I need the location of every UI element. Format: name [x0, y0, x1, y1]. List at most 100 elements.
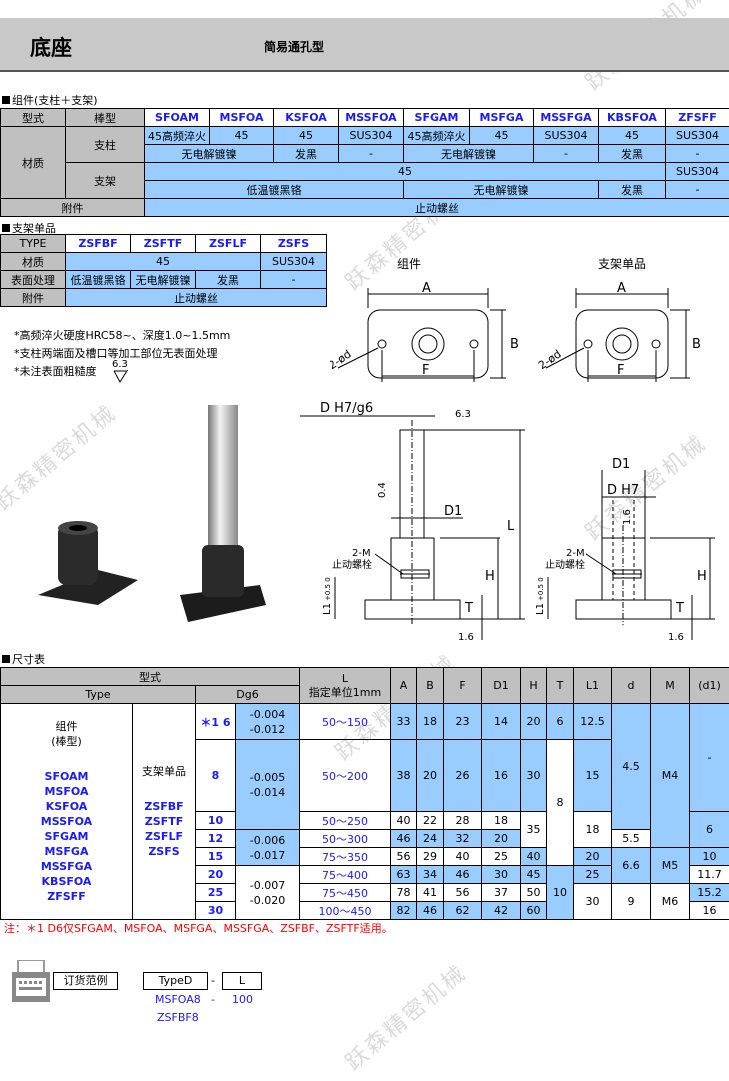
- order-example-L: 100: [232, 993, 253, 1006]
- cell-H: 35: [520, 811, 547, 848]
- cell-B: 41: [416, 883, 444, 902]
- side-view-drawings: D H7/g6 6.3 D1 L H T 0.4 L1 +0.5 0 2-M 止…: [300, 401, 715, 643]
- header-L: L 指定单位1mm: [299, 667, 391, 704]
- L-range: 50～150: [299, 703, 391, 740]
- dim-B: B: [510, 337, 519, 352]
- cell: -: [338, 144, 404, 163]
- tolerance: -0.005 -0.014: [235, 739, 300, 830]
- tol-lower: -0.017: [249, 848, 286, 862]
- header-col: d: [611, 667, 651, 704]
- d-value: 8: [195, 739, 236, 812]
- bracket-types-cell: 支架单品 ZSFBF ZSFTF ZSFLF ZSFS: [132, 703, 196, 920]
- label-material: 材质: [0, 252, 66, 271]
- bracket-label: 支架单品: [142, 765, 186, 778]
- type-code: ZSFLF: [145, 830, 183, 843]
- type-code: SFGAM: [403, 108, 470, 127]
- tol-upper: -0.004: [249, 707, 286, 721]
- cell: 45高频淬火: [403, 126, 470, 145]
- top-view-drawings: A F B 2-ød A F B 2-ød: [330, 281, 701, 382]
- header-col: M: [650, 667, 690, 704]
- header-col: F: [443, 667, 482, 704]
- cell: 止动螺丝: [65, 288, 327, 307]
- dim-T: T: [675, 601, 684, 616]
- type-code: MSSFOA: [40, 815, 93, 828]
- dim-A: A: [617, 281, 626, 296]
- cell-F: 28: [443, 811, 482, 830]
- cell-B: 20: [416, 739, 444, 812]
- assembly-types-cell: 组件 (棒型) SFOAM MSFOA KSFOA MSSFOA SFGAM MSFGA MS…: [0, 703, 133, 920]
- note: *高频淬火硬度HRC58~、深度1.0~1.5mm: [14, 329, 231, 342]
- roughness-16: 1.6: [458, 632, 474, 643]
- assembly-table: 型式 棒型 SFOAM MSFOA KSFOA MSSFOA SFGAM MSFGA MSSF…: [0, 108, 729, 217]
- cell-D1: 37: [481, 883, 521, 902]
- dim-H: H: [485, 569, 495, 584]
- roughness-16: 1.6: [668, 632, 684, 643]
- roughness-63: 6.3: [455, 409, 471, 420]
- tolerance: -0.004 -0.012: [235, 703, 300, 740]
- tol-upper: -0.007: [249, 878, 286, 892]
- type-code: MSSFGA: [40, 860, 93, 873]
- cell-D1: 14: [481, 703, 521, 740]
- cell-d1: 10: [689, 847, 729, 866]
- assembly-sub: (棒型): [51, 735, 82, 748]
- footnote: 注：＊1 D6仅SFGAM、MSFOA、MSFGA、MSSFGA、ZSFBF、Z…: [4, 922, 393, 935]
- cell: 45: [144, 162, 666, 181]
- dim-A: A: [422, 281, 431, 296]
- type-code: ZSFTF: [130, 234, 196, 253]
- type-code: MSFOA: [209, 108, 274, 127]
- header-L-sub: 指定单位1mm: [308, 685, 382, 699]
- tol-lower: -0.020: [249, 893, 286, 907]
- header-xingshi: 型式: [0, 667, 300, 686]
- type-code: ZSFBF: [65, 234, 131, 253]
- cell-H: 30: [520, 739, 547, 812]
- roughness-16: 1.6: [622, 509, 633, 525]
- cell: 无电解镀镍: [144, 144, 274, 163]
- cell-L1: 12.5: [573, 703, 612, 740]
- type-code: ZFSFF: [665, 108, 729, 127]
- label-bracket: 支架: [65, 162, 145, 199]
- label-post: 支柱: [65, 126, 145, 163]
- type-code: MSSFOA: [338, 108, 404, 127]
- cell-H: 20: [520, 703, 547, 740]
- cell-F: 26: [443, 739, 482, 812]
- cell-F: 56: [443, 883, 482, 902]
- cell-M: M4: [650, 703, 690, 848]
- dim-D-h7g6: D H7/g6: [320, 401, 373, 416]
- cell-D1: 20: [481, 829, 521, 848]
- cell-A: 78: [390, 883, 417, 902]
- cell-H: 45: [520, 865, 547, 884]
- header-rod: 棒型: [65, 108, 145, 127]
- dim-D1: D1: [444, 504, 462, 519]
- cell: 45: [209, 126, 274, 145]
- dim-F: F: [422, 363, 429, 378]
- header-col: B: [416, 667, 444, 704]
- cell-D1: 30: [481, 865, 521, 884]
- type-code: KBSFOA: [41, 875, 92, 888]
- type-code: KSFOA: [273, 108, 339, 127]
- header-type: 型式: [0, 108, 66, 127]
- tol-upper: -0.006: [249, 833, 286, 847]
- cell-d: 6.6: [611, 847, 651, 884]
- cell-F: 46: [443, 865, 482, 884]
- roughness-value: 6.3: [112, 359, 128, 370]
- d-value: 10: [195, 811, 236, 830]
- cell-H: 60: [520, 901, 547, 920]
- section-title-dims: 尺寸表: [2, 651, 45, 667]
- header-L-text: L: [341, 671, 349, 685]
- header-type: TYPE: [0, 234, 66, 253]
- header-dg6: Dg6: [195, 685, 300, 704]
- cell: SUS304: [338, 126, 404, 145]
- d-value: 25: [195, 883, 236, 902]
- cell-d1: 16: [689, 901, 729, 920]
- cell: -: [665, 180, 729, 199]
- cell-A: 38: [390, 739, 417, 812]
- label-accessory: 附件: [0, 198, 145, 217]
- d-value: 15: [195, 847, 236, 866]
- section-title-assembly: 组件(支柱＋支架): [2, 92, 98, 108]
- cell-F: 23: [443, 703, 482, 740]
- cell-F: 62: [443, 901, 482, 920]
- cell: 45: [469, 126, 534, 145]
- dim-D-h7: D H7: [607, 483, 639, 498]
- L-range: 75～400: [299, 865, 391, 884]
- cell-D1: 16: [481, 739, 521, 812]
